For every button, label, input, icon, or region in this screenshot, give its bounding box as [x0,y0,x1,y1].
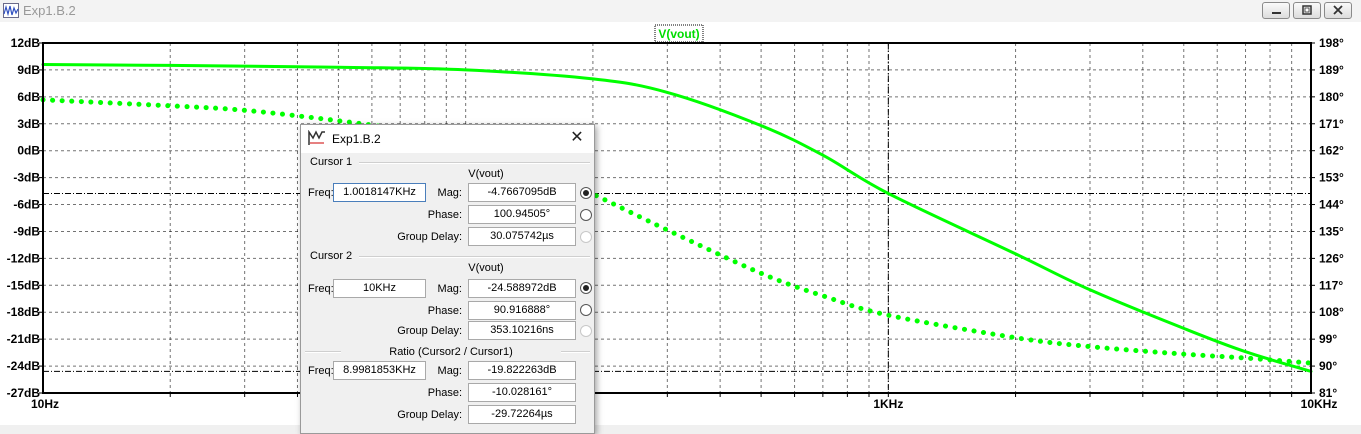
cursor2-phase-label: Phase: [427,305,462,317]
left-axis-label: -9dB [13,224,40,238]
close-icon [1333,5,1343,15]
x-axis-label: 1KHz [873,397,903,411]
ratio-mag-label: Mag: [437,365,462,377]
cursor1-group-delay-label: Group Delay: [397,231,462,243]
ratio-freq-label: Freq: [308,365,334,377]
left-axis-label: 9dB [17,63,40,77]
left-axis-label: 12dB [11,36,41,50]
cursor2-mag-label: Mag: [437,283,462,295]
cursor2-heading: Cursor 2 [310,250,353,262]
right-axis-label: 99° [1319,332,1337,346]
cursor-dialog-close-icon[interactable]: ✕ [568,129,586,147]
probe-icon [308,130,325,145]
cursor2-group-delay-label: Group Delay: [397,325,462,337]
cursor2-freq-label: Freq: [308,283,334,295]
ratio-group-delay-label: Group Delay: [397,409,462,421]
restore-icon [1302,5,1312,15]
ratio-freq-value: 8.9981853KHz [333,361,426,380]
cursor2-mag-radio[interactable] [580,282,592,294]
cursor1-freq-label: Freq: [308,187,334,199]
ratio-heading: Ratio (Cursor2 / Cursor1) [341,346,561,358]
cursor2-group-delay-value: 353.10216ns [468,321,576,340]
left-axis-label: -24dB [7,359,41,373]
left-axis-label: -6dB [13,198,40,212]
left-axis-label: 3dB [17,117,40,131]
close-window-button[interactable] [1324,2,1352,19]
cursor1-phase-label: Phase: [427,209,462,221]
waveform-app-icon [3,3,19,18]
ratio-phase-value: -10.028161° [468,383,576,402]
right-axis-label: 135° [1319,224,1344,238]
window-title: Exp1.B.2 [23,3,76,18]
window-titlebar: Exp1.B.2 [0,0,1361,23]
cursor1-mag-label: Mag: [437,187,462,199]
cursor-dialog[interactable]: Exp1.B.2 ✕ Cursor 1 V(vout) Freq: 1.0018… [300,124,595,434]
ratio-group-delay-value: -29.72264µs [468,405,576,424]
cursor1-group-delay-radio[interactable] [580,231,592,243]
minimize-icon [1272,12,1281,14]
ratio-phase-label: Phase: [427,387,462,399]
cursor1-freq-field[interactable]: 1.0018147KHz [333,183,426,202]
cursor1-group-delay-value: 30.075742µs [468,227,576,246]
right-axis-label: 144° [1319,198,1344,212]
left-axis-label: -18dB [7,305,41,319]
x-axis-label: 10KHz [1301,397,1338,411]
right-axis-label: 117° [1319,278,1343,292]
left-axis-label: -3dB [13,171,40,185]
restore-button[interactable] [1293,2,1321,19]
trace-legend[interactable]: V(vout) [654,24,704,43]
bode-plot[interactable]: 12dB 9dB 6dB 3dB 0dB -3dB -6dB -9dB -12dB -15dB -1… [0,22,1361,425]
left-axis-label: 0dB [17,144,40,158]
cursor1-phase-radio[interactable] [580,209,592,221]
right-axis-label: 180° [1319,90,1344,104]
ratio-mag-value: -19.822263dB [468,361,576,380]
right-axis-label: 126° [1319,251,1344,265]
minimize-button[interactable] [1262,2,1290,19]
right-axis-label: 162° [1319,144,1344,158]
cursor-dialog-title: Exp1.B.2 [332,132,381,146]
cursor-dialog-titlebar[interactable]: Exp1.B.2 ✕ [301,125,594,153]
right-axis-label: 153° [1319,171,1344,185]
phase-trace [40,97,1314,366]
trace-legend-label[interactable]: V(vout) [658,27,699,41]
cursor2-phase-radio[interactable] [580,304,592,316]
left-axis-label: 6dB [17,90,40,104]
cursor2-separator [359,256,590,258]
left-axis-label: -21dB [7,332,41,346]
cursor2-mag-value: -24.588972dB [468,279,576,298]
cursor1-separator [359,162,590,164]
cursor2-group-delay-radio[interactable] [580,325,592,337]
right-axis-label: 90° [1319,359,1337,373]
right-axis-label: 171° [1319,117,1344,131]
cursor2-freq-field[interactable]: 10KHz [333,279,426,298]
cursor2-trace-name: V(vout) [468,262,504,274]
left-axis-label: -15dB [7,278,41,292]
right-axis-label: 189° [1319,63,1344,77]
plot-pane[interactable]: 12dB 9dB 6dB 3dB 0dB -3dB -6dB -9dB -12dB -15dB -1… [0,22,1361,425]
cursor1-mag-value: -4.7667095dB [468,183,576,202]
cursor2-phase-value: 90.916888° [468,301,576,320]
right-axis-label: 108° [1319,305,1344,319]
cursor1-trace-name: V(vout) [468,168,504,180]
left-axis-label: -12dB [7,251,41,265]
cursor1-phase-value: 100.94505° [468,205,576,224]
right-axis-label: 198° [1319,36,1344,50]
x-axis-label: 10Hz [31,397,59,411]
cursor1-mag-radio[interactable] [580,187,592,199]
cursor1-heading: Cursor 1 [310,156,353,168]
